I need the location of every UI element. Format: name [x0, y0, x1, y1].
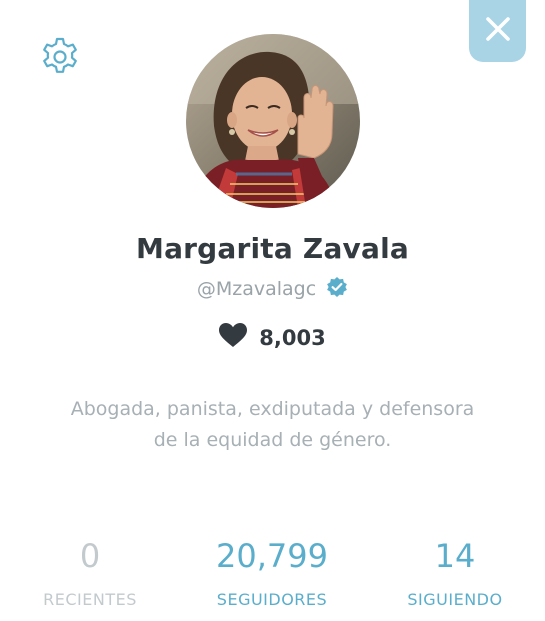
avatar — [186, 34, 360, 208]
gear-icon — [38, 35, 82, 83]
likes-count: 8,003 — [259, 325, 326, 350]
stat-seguidores[interactable]: 20,799 SEGUIDORES — [196, 536, 348, 609]
stat-label: SEGUIDORES — [216, 590, 328, 609]
settings-button[interactable] — [37, 36, 83, 82]
profile-card: Margarita Zavala @Mzavalagc 8,003 Abogad… — [0, 0, 545, 621]
close-button[interactable] — [469, 0, 526, 62]
profile-handle: @Mzavalagc — [196, 278, 317, 300]
profile-name: Margarita Zavala — [136, 232, 409, 265]
handle-row: @Mzavalagc — [0, 276, 545, 302]
stat-label: RECIENTES — [43, 590, 137, 609]
stat-value: 0 — [79, 537, 101, 575]
stat-siguiendo[interactable]: 14 SIGUIENDO — [388, 536, 522, 609]
heart-icon — [219, 323, 248, 352]
verified-badge-icon — [326, 276, 348, 302]
close-icon — [484, 15, 512, 47]
stat-value: 20,799 — [216, 537, 328, 575]
stat-recientes[interactable]: 0 RECIENTES — [22, 536, 158, 609]
profile-bio: Abogada, panista, exdiputada y defensora… — [70, 398, 475, 451]
likes-row: 8,003 — [0, 323, 545, 352]
stat-value: 14 — [434, 537, 476, 575]
stat-label: SIGUIENDO — [407, 590, 503, 609]
